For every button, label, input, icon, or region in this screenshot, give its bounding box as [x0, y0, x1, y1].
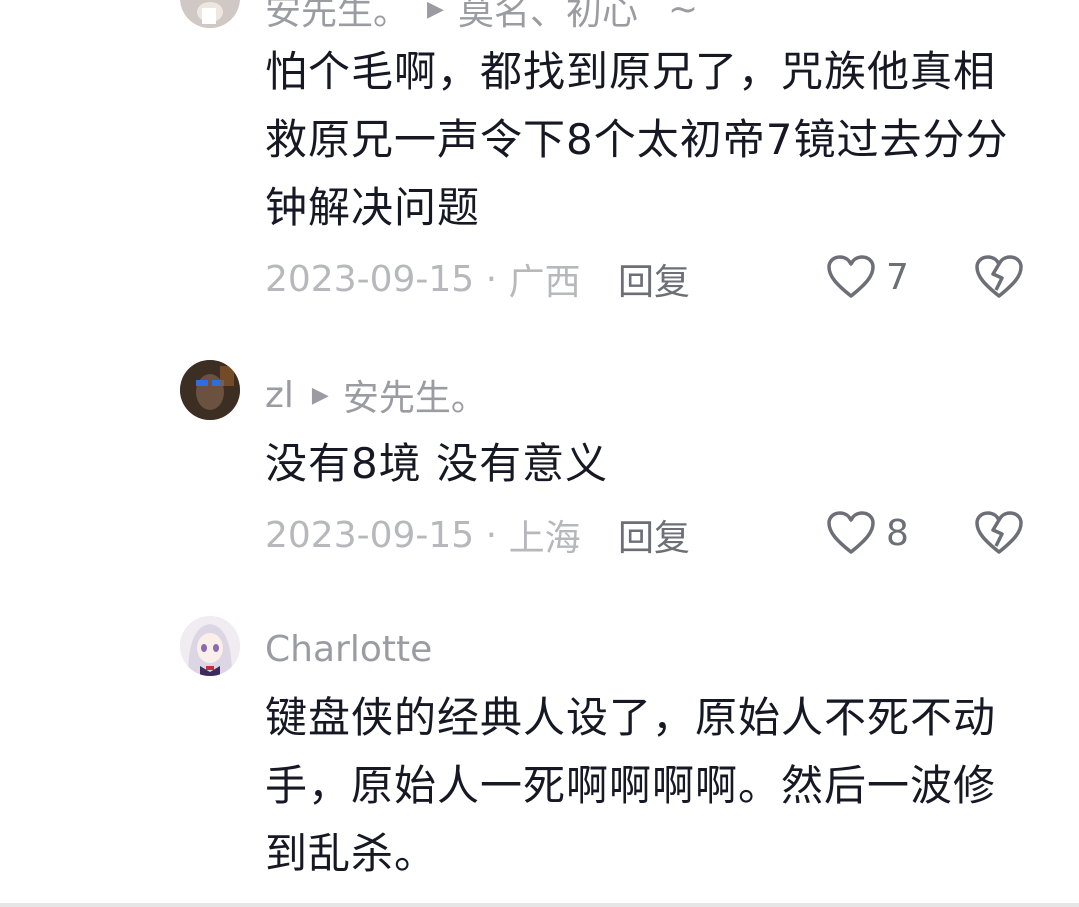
- like-count: 7: [886, 256, 909, 298]
- comment-text: 没有8境 没有意义: [265, 439, 609, 488]
- reply-to-author[interactable]: 莫名、初心: [458, 0, 638, 35]
- dislike-button[interactable]: [974, 252, 1024, 302]
- comment-date: 2023-09-15: [265, 258, 475, 300]
- broken-heart-icon: [975, 511, 1023, 554]
- reply-to-author[interactable]: 安先生。: [343, 369, 487, 421]
- like-button[interactable]: 7: [826, 252, 909, 302]
- reply-button[interactable]: 回复: [618, 510, 690, 560]
- broken-heart-icon: [975, 255, 1023, 298]
- meta-separator: ·: [474, 258, 509, 300]
- avatar[interactable]: [180, 616, 240, 676]
- comment-author[interactable]: zl: [265, 375, 294, 416]
- comment-header: Charlotte: [265, 624, 432, 674]
- like-button[interactable]: 8: [826, 508, 909, 558]
- comment-header: 安先生。 ▶ 莫名、初心 ~: [265, 0, 698, 34]
- heart-outline-icon: [827, 511, 875, 554]
- comment-meta: 2023-09-15 · 广西: [265, 254, 581, 304]
- like-count: 8: [886, 512, 909, 554]
- triangle-right-icon: ▶: [427, 0, 444, 22]
- triangle-right-icon: ▶: [311, 382, 329, 408]
- comment-author-extra: ~: [667, 0, 699, 30]
- avatar[interactable]: [180, 0, 240, 28]
- dislike-button[interactable]: [974, 508, 1024, 558]
- comment-location: 广西: [508, 262, 581, 303]
- comment-text: 键盘侠的经典人设了，原始人不死不动手，原始人一死啊啊啊啊。然后一波修到乱杀。: [265, 693, 997, 878]
- comment-author[interactable]: 安先生。: [265, 0, 409, 35]
- comment-text: 怕个毛啊，都找到原兄了，咒族他真相救原兄一声令下8个太初帝7镜过去分分钟解决问题: [265, 47, 1009, 232]
- avatar[interactable]: [180, 360, 240, 420]
- meta-separator: ·: [474, 514, 509, 556]
- comment-date: 2023-09-15: [265, 514, 475, 556]
- heart-outline-icon: [827, 255, 875, 298]
- comment-meta: 2023-09-15 · 上海: [265, 510, 581, 560]
- comment-author[interactable]: Charlotte: [265, 629, 432, 670]
- comment-location: 上海: [508, 518, 581, 559]
- comment-header: zl ▶ 安先生。: [265, 370, 487, 420]
- reply-button[interactable]: 回复: [618, 254, 690, 304]
- divider: [0, 903, 1079, 907]
